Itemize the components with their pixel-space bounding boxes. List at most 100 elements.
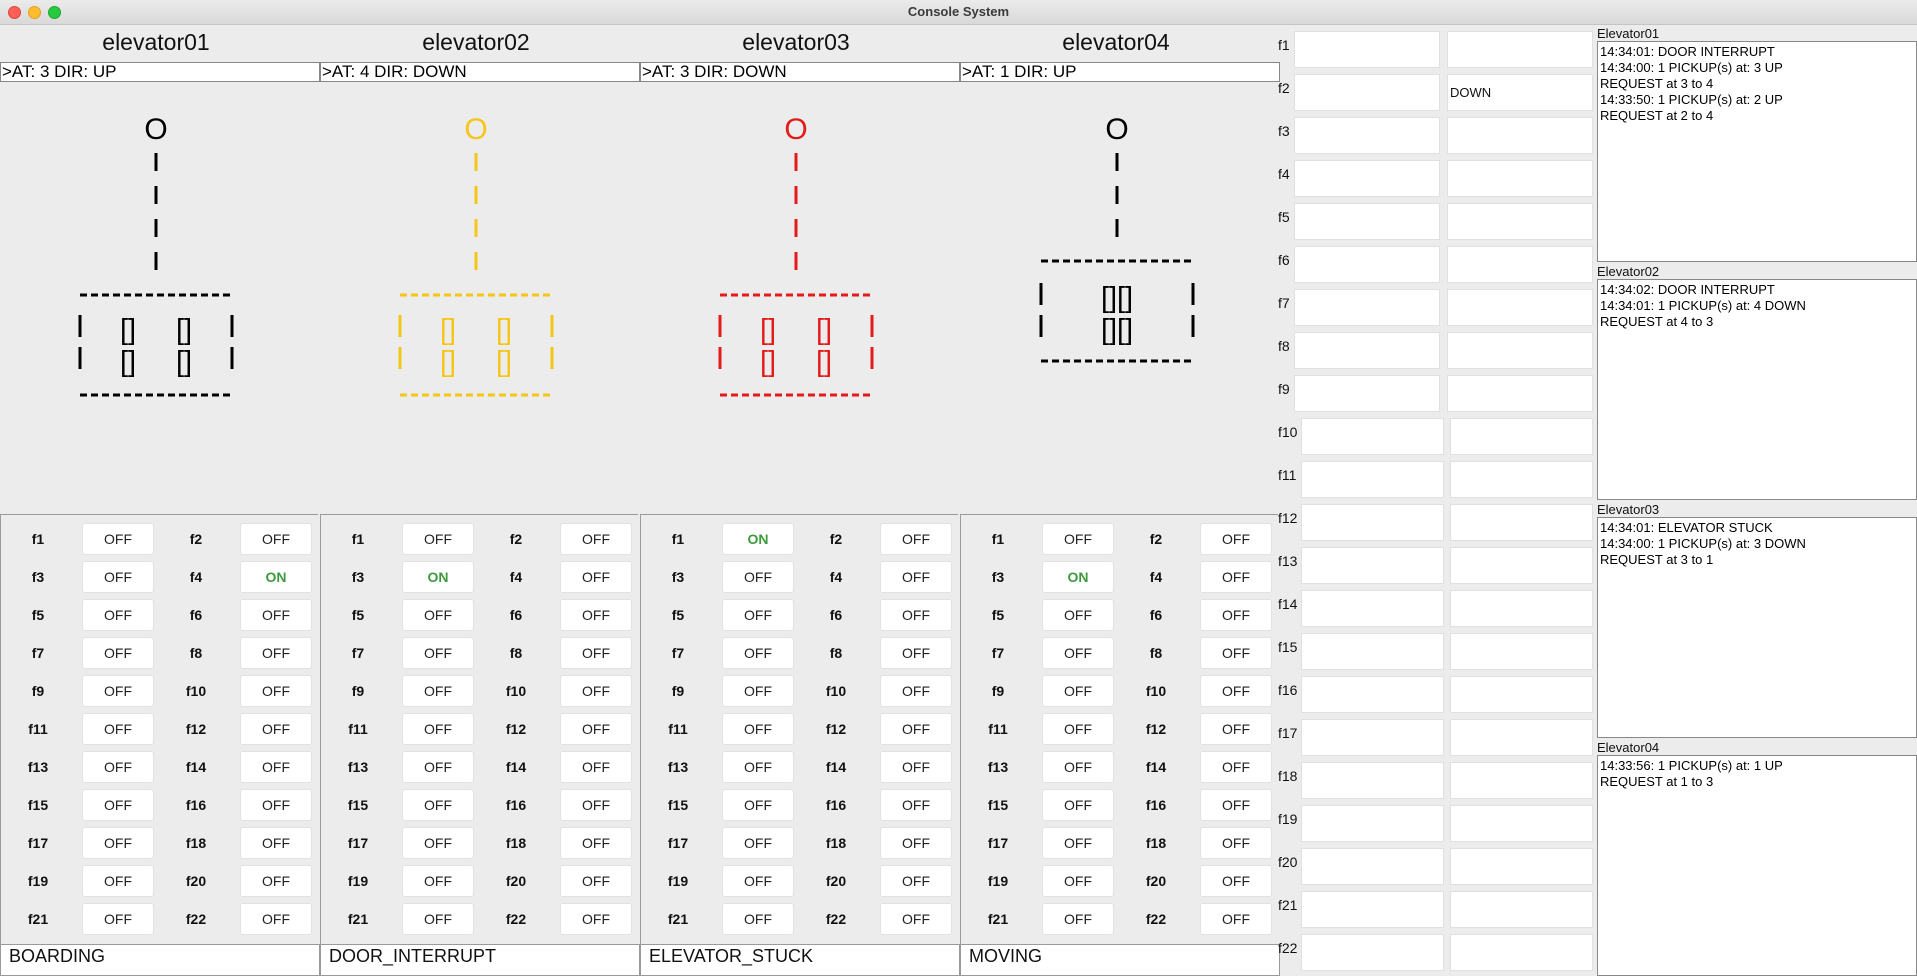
- floor-up-request-field[interactable]: [1301, 461, 1444, 498]
- floor-button-f13[interactable]: OFF: [722, 751, 794, 783]
- floor-up-request-field[interactable]: [1301, 891, 1444, 928]
- floor-up-request-field[interactable]: [1301, 418, 1444, 455]
- floor-button-f6[interactable]: OFF: [1200, 599, 1272, 631]
- floor-up-request-field[interactable]: [1301, 934, 1444, 971]
- floor-down-request-field[interactable]: [1447, 160, 1593, 197]
- floor-button-f5[interactable]: OFF: [402, 599, 474, 631]
- floor-button-f8[interactable]: OFF: [560, 637, 632, 669]
- log-textarea[interactable]: 14:33:56: 1 PICKUP(s) at: 1 UP REQUEST at…: [1597, 755, 1917, 976]
- floor-button-f7[interactable]: OFF: [722, 637, 794, 669]
- floor-down-request-field[interactable]: [1450, 762, 1593, 799]
- floor-down-request-field[interactable]: [1450, 504, 1593, 541]
- floor-button-f1[interactable]: OFF: [402, 523, 474, 555]
- floor-button-f11[interactable]: OFF: [1042, 713, 1114, 745]
- floor-down-request-field[interactable]: [1447, 246, 1593, 283]
- floor-button-f15[interactable]: OFF: [722, 789, 794, 821]
- floor-down-request-field[interactable]: [1450, 805, 1593, 842]
- floor-button-f20[interactable]: OFF: [560, 865, 632, 897]
- floor-up-request-field[interactable]: [1301, 848, 1444, 885]
- floor-button-f16[interactable]: OFF: [880, 789, 952, 821]
- floor-up-request-field[interactable]: [1294, 203, 1440, 240]
- floor-button-f11[interactable]: OFF: [722, 713, 794, 745]
- floor-button-f17[interactable]: OFF: [722, 827, 794, 859]
- floor-button-f9[interactable]: OFF: [402, 675, 474, 707]
- floor-down-request-field[interactable]: [1447, 203, 1593, 240]
- floor-button-f8[interactable]: OFF: [240, 637, 312, 669]
- floor-button-f14[interactable]: OFF: [880, 751, 952, 783]
- floor-button-f4[interactable]: OFF: [560, 561, 632, 593]
- floor-down-request-field[interactable]: DOWN: [1447, 74, 1593, 111]
- floor-button-f10[interactable]: OFF: [1200, 675, 1272, 707]
- floor-up-request-field[interactable]: [1301, 547, 1444, 584]
- floor-button-f20[interactable]: OFF: [240, 865, 312, 897]
- floor-up-request-field[interactable]: [1294, 289, 1440, 326]
- floor-up-request-field[interactable]: [1294, 74, 1440, 111]
- floor-button-f1[interactable]: ON: [722, 523, 794, 555]
- floor-button-f11[interactable]: OFF: [402, 713, 474, 745]
- floor-down-request-field[interactable]: [1450, 891, 1593, 928]
- floor-down-request-field[interactable]: [1447, 375, 1593, 412]
- floor-button-f18[interactable]: OFF: [240, 827, 312, 859]
- floor-down-request-field[interactable]: [1450, 719, 1593, 756]
- floor-button-f5[interactable]: OFF: [1042, 599, 1114, 631]
- floor-up-request-field[interactable]: [1294, 375, 1440, 412]
- floor-up-request-field[interactable]: [1301, 762, 1444, 799]
- floor-up-request-field[interactable]: [1294, 246, 1440, 283]
- floor-up-request-field[interactable]: [1301, 504, 1444, 541]
- floor-button-f5[interactable]: OFF: [722, 599, 794, 631]
- log-textarea[interactable]: 14:34:01: DOOR INTERRUPT 14:34:00: 1 PICK…: [1597, 41, 1917, 262]
- floor-up-request-field[interactable]: [1301, 590, 1444, 627]
- floor-button-f20[interactable]: OFF: [1200, 865, 1272, 897]
- floor-button-f15[interactable]: OFF: [1042, 789, 1114, 821]
- floor-up-request-field[interactable]: [1294, 332, 1440, 369]
- floor-button-f1[interactable]: OFF: [1042, 523, 1114, 555]
- floor-down-request-field[interactable]: [1450, 934, 1593, 971]
- floor-button-f6[interactable]: OFF: [560, 599, 632, 631]
- floor-button-f2[interactable]: OFF: [560, 523, 632, 555]
- floor-button-f4[interactable]: OFF: [1200, 561, 1272, 593]
- floor-button-f3[interactable]: ON: [1042, 561, 1114, 593]
- floor-up-request-field[interactable]: [1294, 117, 1440, 154]
- floor-up-request-field[interactable]: [1294, 160, 1440, 197]
- floor-up-request-field[interactable]: [1301, 719, 1444, 756]
- floor-button-f18[interactable]: OFF: [1200, 827, 1272, 859]
- floor-button-f7[interactable]: OFF: [82, 637, 154, 669]
- floor-button-f9[interactable]: OFF: [1042, 675, 1114, 707]
- floor-button-f16[interactable]: OFF: [1200, 789, 1272, 821]
- floor-button-f22[interactable]: OFF: [240, 903, 312, 935]
- floor-button-f2[interactable]: OFF: [880, 523, 952, 555]
- floor-button-f2[interactable]: OFF: [240, 523, 312, 555]
- floor-button-f7[interactable]: OFF: [1042, 637, 1114, 669]
- floor-down-request-field[interactable]: [1450, 590, 1593, 627]
- floor-button-f8[interactable]: OFF: [1200, 637, 1272, 669]
- floor-button-f17[interactable]: OFF: [82, 827, 154, 859]
- floor-button-f21[interactable]: OFF: [722, 903, 794, 935]
- floor-button-f10[interactable]: OFF: [880, 675, 952, 707]
- floor-button-f12[interactable]: OFF: [880, 713, 952, 745]
- floor-button-f19[interactable]: OFF: [402, 865, 474, 897]
- floor-button-f14[interactable]: OFF: [1200, 751, 1272, 783]
- floor-button-f10[interactable]: OFF: [560, 675, 632, 707]
- floor-button-f3[interactable]: OFF: [82, 561, 154, 593]
- floor-button-f15[interactable]: OFF: [82, 789, 154, 821]
- log-textarea[interactable]: 14:34:02: DOOR INTERRUPT 14:34:01: 1 PICK…: [1597, 279, 1917, 500]
- floor-down-request-field[interactable]: [1450, 633, 1593, 670]
- floor-button-f22[interactable]: OFF: [1200, 903, 1272, 935]
- floor-button-f14[interactable]: OFF: [560, 751, 632, 783]
- floor-down-request-field[interactable]: [1450, 848, 1593, 885]
- floor-down-request-field[interactable]: [1447, 332, 1593, 369]
- floor-button-f6[interactable]: OFF: [240, 599, 312, 631]
- floor-button-f12[interactable]: OFF: [560, 713, 632, 745]
- floor-button-f22[interactable]: OFF: [880, 903, 952, 935]
- floor-button-f12[interactable]: OFF: [1200, 713, 1272, 745]
- floor-button-f10[interactable]: OFF: [240, 675, 312, 707]
- floor-button-f7[interactable]: OFF: [402, 637, 474, 669]
- floor-down-request-field[interactable]: [1447, 31, 1593, 68]
- floor-down-request-field[interactable]: [1450, 418, 1593, 455]
- floor-button-f19[interactable]: OFF: [82, 865, 154, 897]
- floor-up-request-field[interactable]: [1301, 676, 1444, 713]
- floor-button-f12[interactable]: OFF: [240, 713, 312, 745]
- floor-button-f3[interactable]: OFF: [722, 561, 794, 593]
- floor-button-f9[interactable]: OFF: [82, 675, 154, 707]
- floor-button-f13[interactable]: OFF: [82, 751, 154, 783]
